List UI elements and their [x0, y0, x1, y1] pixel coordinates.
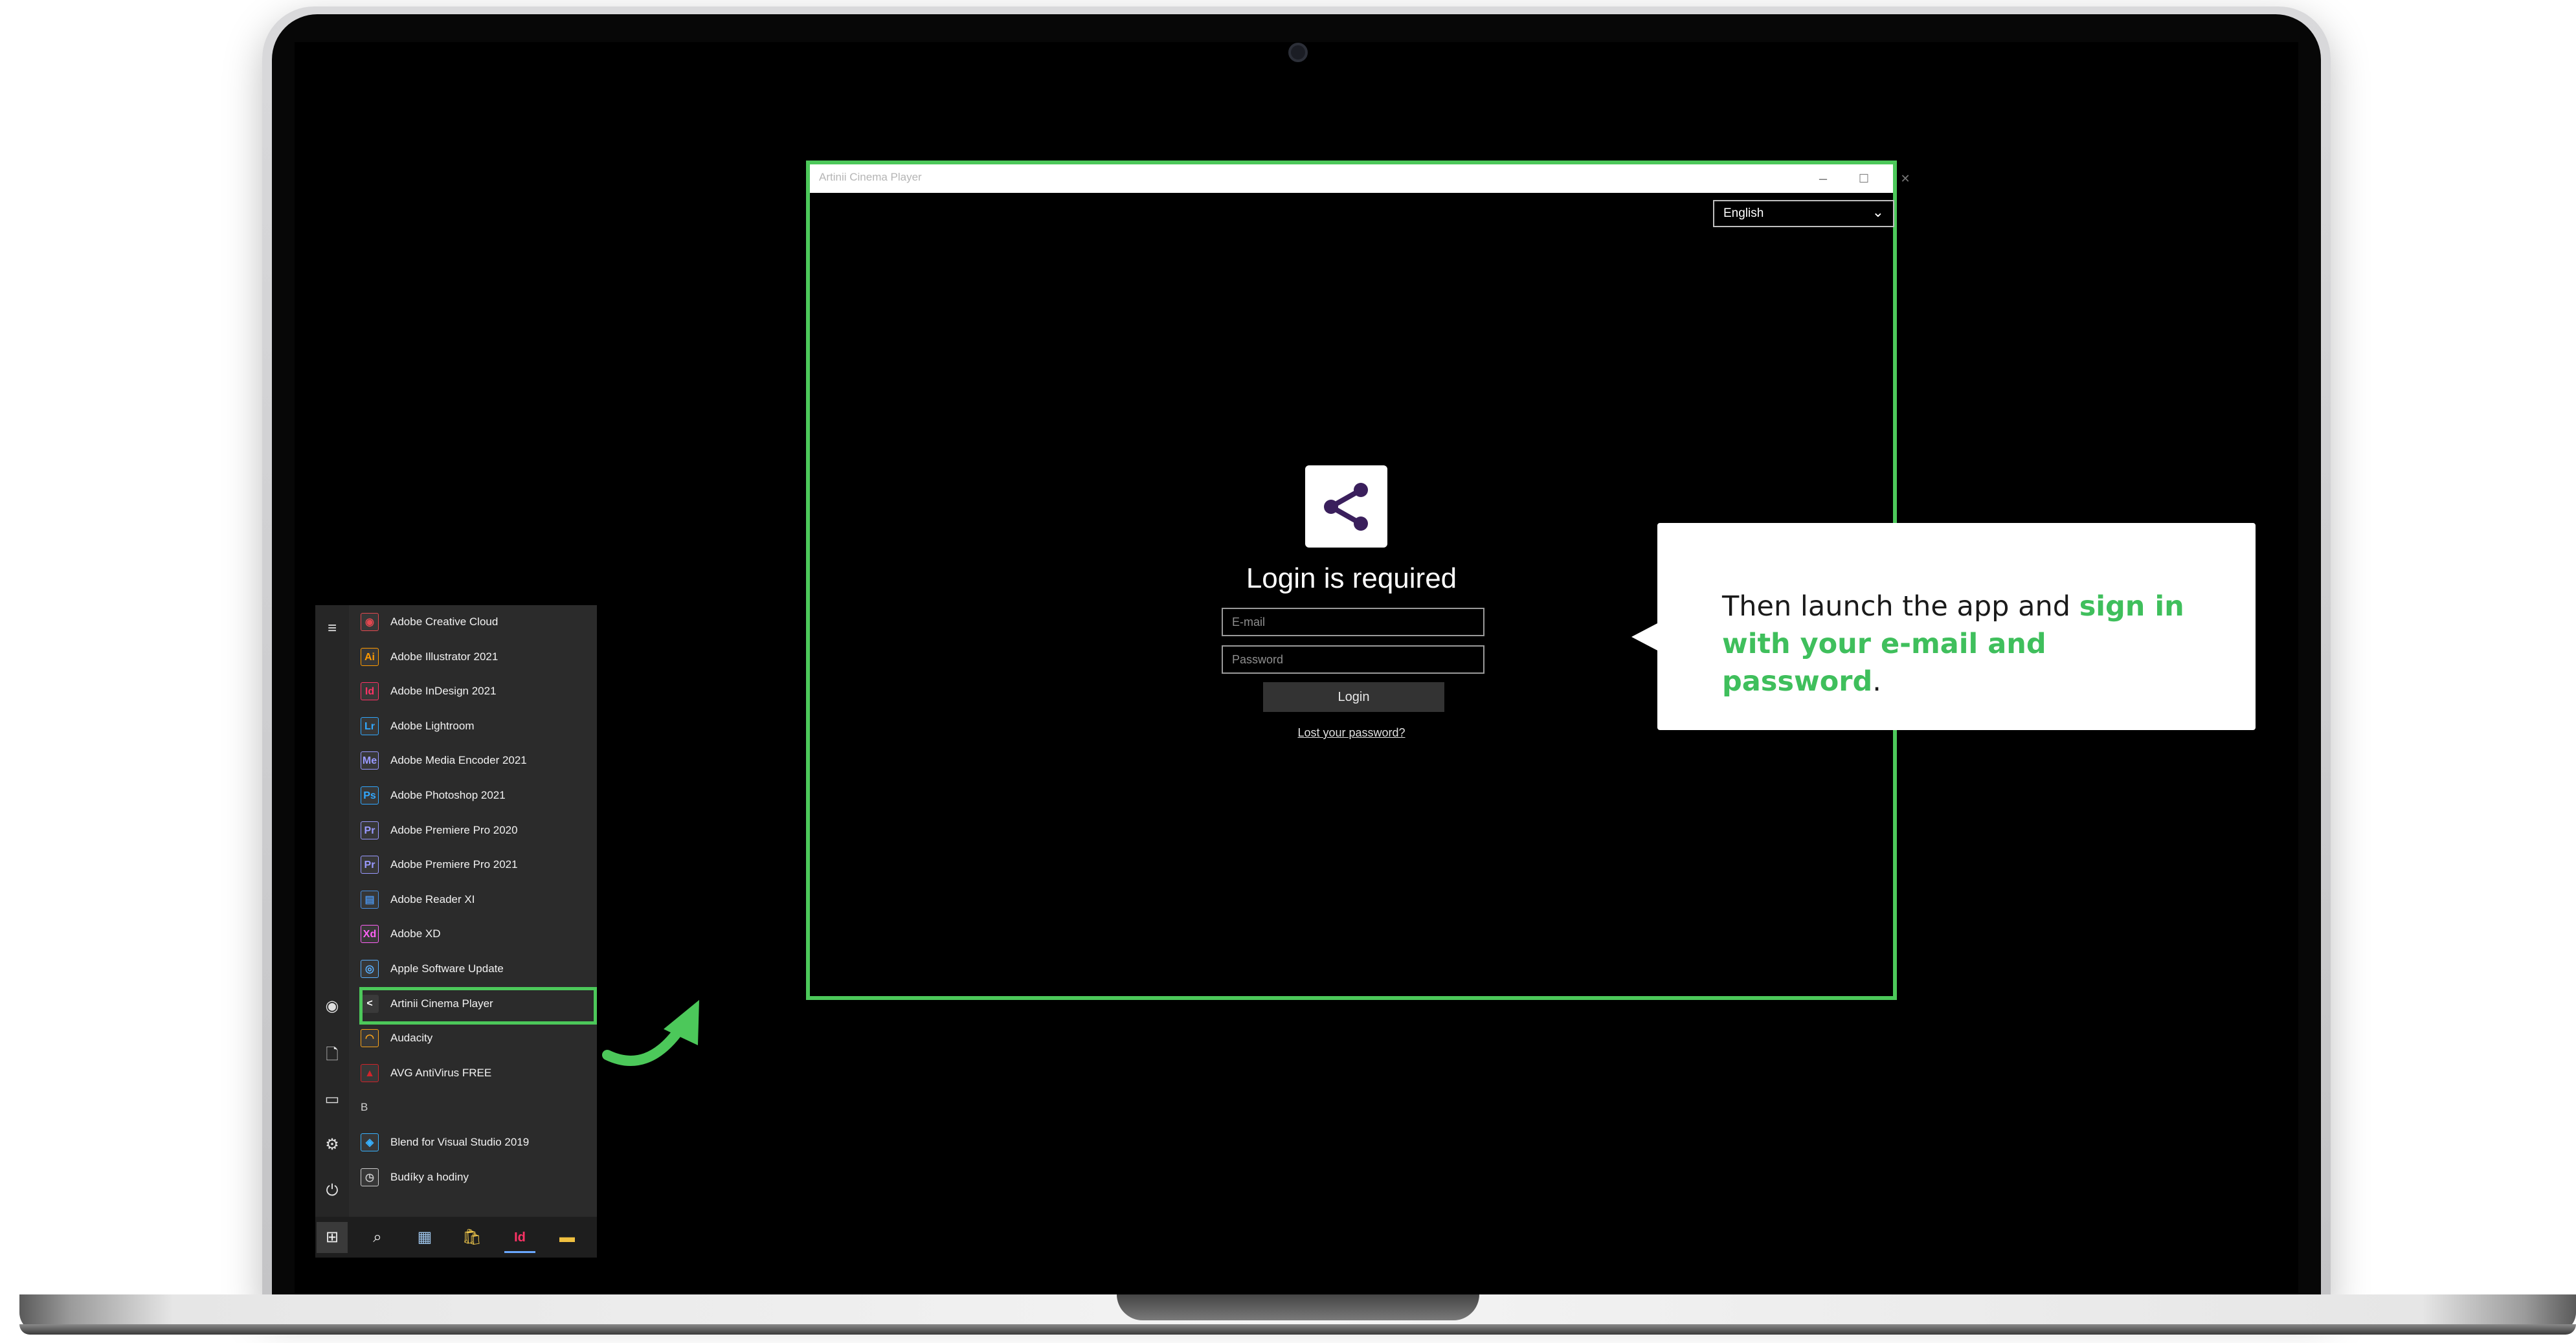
store-icon[interactable]: 🛍: [456, 1222, 487, 1253]
illustrator-icon: Ai: [361, 647, 379, 666]
green-arrow-icon: [602, 1000, 699, 1066]
xd-icon: Xd: [361, 925, 379, 944]
app-label: Adobe Reader XI: [390, 893, 475, 905]
premiere-icon: Pr: [361, 821, 379, 839]
list-item[interactable]: Id Adobe InDesign 2021: [349, 674, 597, 709]
pictures-icon[interactable]: ▭: [315, 1090, 349, 1109]
reader-icon: ▤: [361, 890, 379, 909]
app-label: Adobe Photoshop 2021: [390, 789, 506, 801]
search-icon[interactable]: ⌕: [362, 1222, 393, 1253]
callout-text-plain: Then launch the app and: [1722, 590, 2079, 623]
list-item[interactable]: Ai Adobe Illustrator 2021: [349, 640, 597, 674]
list-item[interactable]: Me Adobe Media Encoder 2021: [349, 744, 597, 778]
password-field[interactable]: Password: [1222, 645, 1484, 674]
list-item[interactable]: ◈ Blend for Visual Studio 2019: [349, 1126, 597, 1160]
list-item[interactable]: Ps Adobe Photoshop 2021: [349, 779, 597, 813]
list-item[interactable]: ◎ Apple Software Update: [349, 952, 597, 986]
app-label: Blend for Visual Studio 2019: [390, 1136, 530, 1148]
audacity-icon: ◠: [361, 1029, 379, 1048]
app-label: Adobe Media Encoder 2021: [390, 754, 527, 767]
section-header-b: B: [349, 1091, 597, 1125]
maximize-icon[interactable]: ☐: [1844, 168, 1883, 189]
close-icon[interactable]: ✕: [1886, 168, 1925, 189]
chevron-down-icon: ⌄: [1872, 204, 1884, 220]
blend-icon: ◈: [361, 1133, 379, 1151]
power-icon[interactable]: ⏻: [315, 1182, 349, 1200]
lightroom-icon: Lr: [361, 716, 379, 735]
settings-gear-icon[interactable]: ⚙: [315, 1135, 349, 1154]
app-label: Adobe InDesign 2021: [390, 685, 497, 698]
laptop-base-edge: [19, 1324, 2576, 1335]
list-item[interactable]: ▤ Adobe Reader XI: [349, 883, 597, 917]
webcam-icon: [1288, 43, 1308, 62]
start-menu: ≡ ◉ 🗋 ▭ ⚙ ⏻ ◉ Adobe Creative Cloud Ai Adobe…: [315, 605, 597, 1258]
media-encoder-icon: Me: [361, 751, 379, 770]
list-item[interactable]: ◉ Adobe Creative Cloud: [349, 605, 597, 639]
login-button[interactable]: Login: [1263, 682, 1444, 712]
calculator-icon[interactable]: ▦: [409, 1222, 440, 1253]
email-field[interactable]: E-mail: [1222, 608, 1484, 636]
callout-pointer: [1631, 623, 1659, 651]
app-label: Adobe Creative Cloud: [390, 616, 498, 628]
start-menu-rail: ≡ ◉ 🗋 ▭ ⚙ ⏻: [315, 605, 349, 1258]
user-account-icon[interactable]: ◉: [315, 997, 349, 1016]
file-explorer-icon[interactable]: ▬: [552, 1222, 583, 1253]
list-item[interactable]: ▲ AVG AntiVirus FREE: [349, 1056, 597, 1091]
app-label: Apple Software Update: [390, 962, 504, 975]
minimize-icon[interactable]: –: [1804, 168, 1842, 189]
list-item[interactable]: ◷ Budíky a hodiny: [349, 1160, 597, 1195]
share-icon: [1324, 483, 1368, 531]
lost-password-link-text[interactable]: Lost your password?: [1297, 726, 1405, 739]
callout-text: Then launch the app and sign in with you…: [1722, 588, 2214, 700]
documents-icon[interactable]: 🗋: [315, 1043, 349, 1070]
windows-start-icon[interactable]: ⊞: [317, 1222, 348, 1253]
creative-cloud-icon: ◉: [361, 613, 379, 631]
app-label: Adobe Premiere Pro 2020: [390, 823, 518, 836]
apple-update-icon: ◎: [361, 960, 379, 978]
app-label: Adobe Illustrator 2021: [390, 650, 498, 663]
window-title: Artinii Cinema Player: [819, 171, 922, 183]
list-item[interactable]: Pr Adobe Premiere Pro 2021: [349, 848, 597, 882]
alarm-clock-icon: ◷: [361, 1168, 379, 1186]
app-label: B: [361, 1101, 368, 1114]
app-label: Adobe Lightroom: [390, 719, 475, 732]
language-value: English: [1723, 206, 1764, 220]
taskbar: ⊞ ⌕ ▦ 🛍 Id ▬: [315, 1217, 597, 1258]
list-item[interactable]: ◠ Audacity: [349, 1021, 597, 1056]
list-item[interactable]: Xd Adobe XD: [349, 917, 597, 951]
hamburger-menu-icon[interactable]: ≡: [315, 619, 349, 638]
avg-icon: ▲: [361, 1063, 379, 1082]
language-select[interactable]: English ⌄: [1713, 200, 1894, 227]
app-label: AVG AntiVirus FREE: [390, 1066, 492, 1079]
indesign-taskbar-icon[interactable]: Id: [504, 1222, 535, 1253]
callout-text-end: .: [1872, 665, 1881, 698]
indesign-icon: Id: [361, 682, 379, 701]
app-label: Adobe XD: [390, 927, 441, 940]
photoshop-icon: Ps: [361, 786, 379, 805]
app-label: Audacity: [390, 1032, 433, 1045]
highlighted-app-frame: [359, 987, 597, 1025]
app-label: Budíky a hodiny: [390, 1170, 469, 1183]
app-label: Adobe Premiere Pro 2021: [390, 858, 518, 871]
list-item[interactable]: Lr Adobe Lightroom: [349, 709, 597, 744]
instruction-callout: Then launch the app and sign in with you…: [1657, 523, 2256, 730]
app-logo: [1305, 465, 1387, 548]
list-item[interactable]: Pr Adobe Premiere Pro 2020: [349, 814, 597, 848]
window-titlebar[interactable]: Artinii Cinema Player – ☐ ✕: [810, 164, 1910, 193]
premiere-icon: Pr: [361, 856, 379, 874]
laptop-notch: [1117, 1294, 1479, 1320]
